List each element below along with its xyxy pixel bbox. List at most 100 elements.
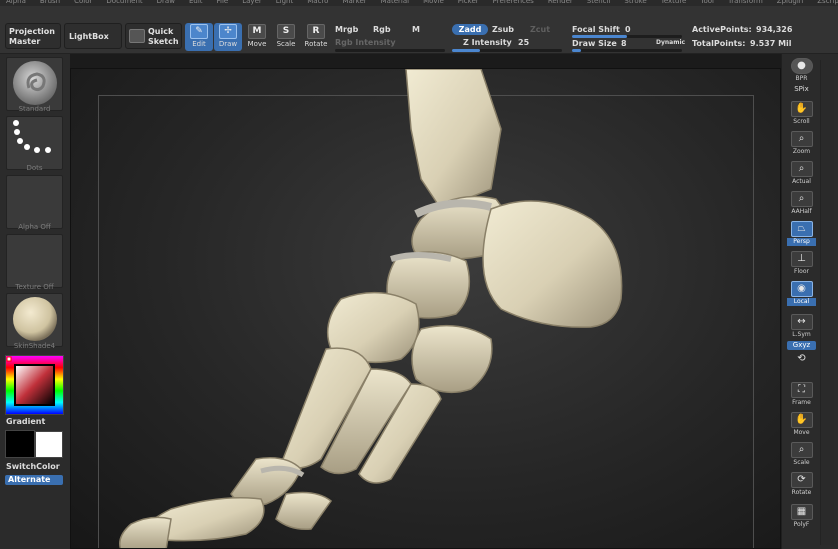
secondary-color-swatch[interactable] (35, 431, 63, 458)
rgb-toggle[interactable]: Rgb (373, 25, 391, 34)
menu-item[interactable]: Stroke (624, 0, 646, 5)
draw-button[interactable]: ✢ Draw (214, 23, 242, 51)
menu-item[interactable]: Render (548, 0, 573, 5)
zoom-label: Zoom (792, 148, 811, 155)
main-color-swatch[interactable] (5, 430, 35, 458)
draw-size-fill (572, 49, 581, 52)
move-icon: M (248, 24, 266, 39)
m-toggle[interactable]: M (412, 25, 420, 34)
actual-button[interactable]: ⌕ Actual (787, 161, 816, 187)
menu-item[interactable]: File (217, 0, 229, 5)
rotate-button[interactable]: R Rotate (302, 23, 330, 51)
bpr-button[interactable]: ● BPR (787, 58, 816, 84)
focal-shift-label: Focal Shift (572, 25, 620, 34)
draw-size-slider[interactable] (572, 49, 682, 52)
menu-item[interactable]: Preferences (493, 0, 534, 5)
move-button[interactable]: M Move (243, 23, 271, 51)
aahalf-label: AAHalf (791, 208, 812, 215)
alpha-label: Alpha Off (18, 223, 51, 231)
menu-item[interactable]: Draw (157, 0, 175, 5)
material-thumbnail[interactable] (6, 293, 63, 347)
quick-sketch-button[interactable]: Quick Sketch (125, 23, 182, 49)
document-canvas[interactable] (70, 68, 781, 549)
menu-item[interactable]: Zplugin (777, 0, 803, 5)
menu-item[interactable]: Picker (458, 0, 479, 5)
menu-item[interactable]: Document (106, 0, 142, 5)
local-button[interactable]: ◉ Local (787, 281, 816, 307)
projection-master-button[interactable]: Projection Master (5, 23, 61, 49)
zcut-toggle[interactable]: Zcut (525, 24, 555, 35)
dynamic-toggle[interactable]: Dynamic (656, 39, 685, 46)
texture-thumbnail[interactable] (6, 234, 63, 288)
focal-shift-value: 0 (625, 25, 631, 34)
lightbox-button[interactable]: LightBox (64, 23, 122, 49)
lsym-button[interactable]: ↔ L.Sym (787, 314, 816, 340)
menu-item[interactable]: Movie (423, 0, 444, 5)
edit-button[interactable]: ✎ Edit (185, 23, 213, 51)
menu-item[interactable]: Color (74, 0, 92, 5)
move-view-button[interactable]: ✋ Move (787, 412, 816, 438)
rotate-axis-button[interactable]: ⟲ (787, 352, 816, 378)
menu-item[interactable]: Brush (40, 0, 60, 5)
zoom-magnifier-icon: ⌕ (790, 131, 813, 147)
aahalf-button[interactable]: ⌕ AAHalf (787, 191, 816, 217)
gxyz-toggle[interactable]: Gxyz (787, 341, 816, 350)
switch-color-button[interactable]: SwitchColor (6, 462, 60, 471)
menu-item[interactable]: Tool (700, 0, 714, 5)
color-picker[interactable] (5, 355, 64, 415)
rotate-view-button[interactable]: ⟳ Rotate (787, 472, 816, 498)
perspective-icon: ⏢ (790, 221, 813, 237)
zsub-toggle[interactable]: Zsub (489, 24, 517, 35)
menu-item[interactable]: Stencil (587, 0, 611, 5)
scale-button[interactable]: S Scale (272, 23, 300, 51)
draw-size-value: 8 (621, 39, 627, 48)
zadd-toggle[interactable]: Zadd (452, 24, 488, 35)
alpha-thumbnail[interactable] (6, 175, 63, 229)
menu-item[interactable]: Transform (728, 0, 763, 5)
actual-size-icon: ⌕ (790, 161, 813, 177)
z-intensity-slider[interactable] (452, 49, 562, 52)
skin-material-sphere-icon (13, 297, 57, 341)
polyf-button[interactable]: ▦ PolyF (787, 504, 816, 530)
menu-item[interactable]: Light (276, 0, 293, 5)
active-points-label: ActivePoints: (692, 25, 752, 34)
bpr-render-icon: ● (790, 58, 813, 74)
right-shelf-scrollbar[interactable] (820, 60, 834, 545)
local-transform-icon: ◉ (790, 281, 813, 297)
zoom-button[interactable]: ⌕ Zoom (787, 131, 816, 157)
menu-item[interactable]: Layer (242, 0, 262, 5)
menu-item[interactable]: Zscript (817, 0, 838, 5)
bpr-label: BPR (795, 75, 808, 82)
gradient-label: Gradient (6, 417, 46, 426)
menu-item[interactable]: Texture (661, 0, 687, 5)
scroll-label: Scroll (793, 118, 810, 125)
alternate-button[interactable]: Alternate (5, 475, 63, 485)
stroke-thumbnail[interactable] (6, 116, 63, 170)
brush-thumbnail[interactable] (6, 57, 63, 111)
mrgb-toggle[interactable]: Mrgb (335, 25, 358, 34)
foot-skeleton-model[interactable] (71, 69, 781, 549)
menu-item[interactable]: Material (381, 0, 409, 5)
persp-button[interactable]: ⏢ Persp (787, 221, 816, 247)
active-points-value: 934,326 (756, 25, 793, 34)
scale-view-button[interactable]: ⌕ Scale (787, 442, 816, 468)
total-points-label: TotalPoints: (692, 39, 746, 48)
menu-item[interactable]: Alpha (6, 0, 26, 5)
focal-shift-slider[interactable] (572, 35, 682, 38)
focal-shift-fill (572, 35, 627, 38)
spix-slider[interactable]: SPix (787, 85, 816, 94)
rotate-axis-icon: ⟲ (797, 353, 806, 364)
scroll-button[interactable]: ✋ Scroll (787, 101, 816, 127)
aahalf-icon: ⌕ (790, 191, 813, 207)
scale-label: Scale (276, 40, 296, 48)
frame-button[interactable]: ⛶ Frame (787, 382, 816, 408)
menu-item[interactable]: Edit (189, 0, 203, 5)
floor-label: Floor (794, 268, 809, 275)
lsym-arrows-icon: ↔ (790, 314, 813, 330)
floor-button[interactable]: ⊥ Floor (787, 251, 816, 277)
rgb-intensity-slider[interactable] (335, 49, 445, 52)
menu-item[interactable]: Macro (307, 0, 328, 5)
menu-item[interactable]: Marker (342, 0, 366, 5)
edit-pencil-icon: ✎ (190, 24, 208, 39)
z-intensity-fill (452, 49, 480, 52)
